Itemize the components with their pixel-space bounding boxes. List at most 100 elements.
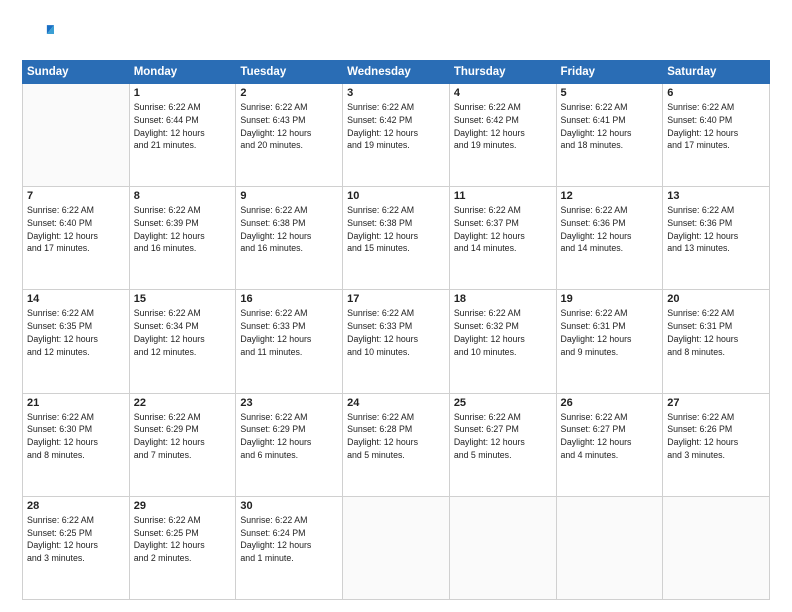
logo	[22, 18, 58, 50]
day-number: 29	[134, 500, 232, 512]
day-info: Sunrise: 6:22 AM Sunset: 6:28 PM Dayligh…	[347, 411, 445, 462]
calendar-cell: 4 Sunrise: 6:22 AM Sunset: 6:42 PM Daylig…	[449, 84, 556, 187]
calendar-cell: 11 Sunrise: 6:22 AM Sunset: 6:37 PM Dayli…	[449, 187, 556, 290]
logo-icon	[22, 18, 54, 50]
day-info: Sunrise: 6:22 AM Sunset: 6:31 PM Dayligh…	[561, 307, 659, 358]
day-number: 14	[27, 293, 125, 305]
day-info: Sunrise: 6:22 AM Sunset: 6:44 PM Dayligh…	[134, 101, 232, 152]
calendar-week-4: 21 Sunrise: 6:22 AM Sunset: 6:30 PM Dayli…	[23, 393, 770, 496]
calendar-cell	[556, 496, 663, 599]
col-header-tuesday: Tuesday	[236, 61, 343, 84]
calendar-cell: 21 Sunrise: 6:22 AM Sunset: 6:30 PM Dayli…	[23, 393, 130, 496]
day-number: 21	[27, 397, 125, 409]
day-info: Sunrise: 6:22 AM Sunset: 6:35 PM Dayligh…	[27, 307, 125, 358]
day-number: 16	[240, 293, 338, 305]
day-info: Sunrise: 6:22 AM Sunset: 6:38 PM Dayligh…	[240, 204, 338, 255]
day-number: 20	[667, 293, 765, 305]
day-info: Sunrise: 6:22 AM Sunset: 6:27 PM Dayligh…	[561, 411, 659, 462]
day-info: Sunrise: 6:22 AM Sunset: 6:39 PM Dayligh…	[134, 204, 232, 255]
page: SundayMondayTuesdayWednesdayThursdayFrid…	[0, 0, 792, 612]
day-info: Sunrise: 6:22 AM Sunset: 6:36 PM Dayligh…	[561, 204, 659, 255]
calendar-cell: 20 Sunrise: 6:22 AM Sunset: 6:31 PM Dayli…	[663, 290, 770, 393]
calendar-cell: 14 Sunrise: 6:22 AM Sunset: 6:35 PM Dayli…	[23, 290, 130, 393]
calendar-table: SundayMondayTuesdayWednesdayThursdayFrid…	[22, 60, 770, 600]
day-number: 9	[240, 190, 338, 202]
calendar-cell: 25Sunrise: 6:22 AM Sunset: 6:27 PM Dayli…	[449, 393, 556, 496]
calendar-cell: 2 Sunrise: 6:22 AM Sunset: 6:43 PM Daylig…	[236, 84, 343, 187]
day-info: Sunrise: 6:22 AM Sunset: 6:24 PM Dayligh…	[240, 514, 338, 565]
day-number: 12	[561, 190, 659, 202]
calendar-cell: 3 Sunrise: 6:22 AM Sunset: 6:42 PM Daylig…	[343, 84, 450, 187]
calendar-cell: 15Sunrise: 6:22 AM Sunset: 6:34 PM Dayli…	[129, 290, 236, 393]
col-header-wednesday: Wednesday	[343, 61, 450, 84]
day-number: 1	[134, 87, 232, 99]
day-number: 30	[240, 500, 338, 512]
day-number: 27	[667, 397, 765, 409]
day-info: Sunrise: 6:22 AM Sunset: 6:37 PM Dayligh…	[454, 204, 552, 255]
calendar-cell: 28 Sunrise: 6:22 AM Sunset: 6:25 PM Dayli…	[23, 496, 130, 599]
calendar-cell	[663, 496, 770, 599]
day-info: Sunrise: 6:22 AM Sunset: 6:41 PM Dayligh…	[561, 101, 659, 152]
day-info: Sunrise: 6:22 AM Sunset: 6:38 PM Dayligh…	[347, 204, 445, 255]
calendar-cell: 8Sunrise: 6:22 AM Sunset: 6:39 PM Daylig…	[129, 187, 236, 290]
day-number: 19	[561, 293, 659, 305]
day-number: 26	[561, 397, 659, 409]
day-info: Sunrise: 6:22 AM Sunset: 6:29 PM Dayligh…	[134, 411, 232, 462]
calendar-week-2: 7Sunrise: 6:22 AM Sunset: 6:40 PM Daylig…	[23, 187, 770, 290]
calendar-cell: 22 Sunrise: 6:22 AM Sunset: 6:29 PM Dayli…	[129, 393, 236, 496]
day-number: 11	[454, 190, 552, 202]
day-number: 4	[454, 87, 552, 99]
calendar-cell: 10 Sunrise: 6:22 AM Sunset: 6:38 PM Dayli…	[343, 187, 450, 290]
calendar-cell: 26 Sunrise: 6:22 AM Sunset: 6:27 PM Dayli…	[556, 393, 663, 496]
day-info: Sunrise: 6:22 AM Sunset: 6:42 PM Dayligh…	[454, 101, 552, 152]
calendar-cell: 5 Sunrise: 6:22 AM Sunset: 6:41 PM Daylig…	[556, 84, 663, 187]
col-header-sunday: Sunday	[23, 61, 130, 84]
col-header-friday: Friday	[556, 61, 663, 84]
day-info: Sunrise: 6:22 AM Sunset: 6:29 PM Dayligh…	[240, 411, 338, 462]
day-info: Sunrise: 6:22 AM Sunset: 6:40 PM Dayligh…	[27, 204, 125, 255]
calendar-cell: 12 Sunrise: 6:22 AM Sunset: 6:36 PM Dayli…	[556, 187, 663, 290]
calendar-week-3: 14 Sunrise: 6:22 AM Sunset: 6:35 PM Dayli…	[23, 290, 770, 393]
day-number: 23	[240, 397, 338, 409]
calendar-cell: 29Sunrise: 6:22 AM Sunset: 6:25 PM Dayli…	[129, 496, 236, 599]
calendar-cell	[23, 84, 130, 187]
day-number: 6	[667, 87, 765, 99]
calendar-week-1: 1 Sunrise: 6:22 AM Sunset: 6:44 PM Daylig…	[23, 84, 770, 187]
day-info: Sunrise: 6:22 AM Sunset: 6:25 PM Dayligh…	[27, 514, 125, 565]
day-info: Sunrise: 6:22 AM Sunset: 6:30 PM Dayligh…	[27, 411, 125, 462]
day-info: Sunrise: 6:22 AM Sunset: 6:42 PM Dayligh…	[347, 101, 445, 152]
day-number: 13	[667, 190, 765, 202]
day-info: Sunrise: 6:22 AM Sunset: 6:36 PM Dayligh…	[667, 204, 765, 255]
day-info: Sunrise: 6:22 AM Sunset: 6:40 PM Dayligh…	[667, 101, 765, 152]
day-number: 10	[347, 190, 445, 202]
calendar-cell: 19 Sunrise: 6:22 AM Sunset: 6:31 PM Dayli…	[556, 290, 663, 393]
day-info: Sunrise: 6:22 AM Sunset: 6:31 PM Dayligh…	[667, 307, 765, 358]
calendar-week-5: 28 Sunrise: 6:22 AM Sunset: 6:25 PM Dayli…	[23, 496, 770, 599]
col-header-monday: Monday	[129, 61, 236, 84]
calendar-cell: 7Sunrise: 6:22 AM Sunset: 6:40 PM Daylig…	[23, 187, 130, 290]
day-number: 28	[27, 500, 125, 512]
day-number: 24	[347, 397, 445, 409]
calendar-cell: 24 Sunrise: 6:22 AM Sunset: 6:28 PM Dayli…	[343, 393, 450, 496]
day-info: Sunrise: 6:22 AM Sunset: 6:33 PM Dayligh…	[347, 307, 445, 358]
calendar-cell	[449, 496, 556, 599]
col-header-thursday: Thursday	[449, 61, 556, 84]
calendar-cell: 17Sunrise: 6:22 AM Sunset: 6:33 PM Dayli…	[343, 290, 450, 393]
day-number: 22	[134, 397, 232, 409]
header	[22, 18, 770, 50]
day-number: 15	[134, 293, 232, 305]
day-info: Sunrise: 6:22 AM Sunset: 6:27 PM Dayligh…	[454, 411, 552, 462]
day-number: 5	[561, 87, 659, 99]
day-info: Sunrise: 6:22 AM Sunset: 6:43 PM Dayligh…	[240, 101, 338, 152]
calendar-cell: 13 Sunrise: 6:22 AM Sunset: 6:36 PM Dayli…	[663, 187, 770, 290]
calendar-cell	[343, 496, 450, 599]
calendar-cell: 1 Sunrise: 6:22 AM Sunset: 6:44 PM Daylig…	[129, 84, 236, 187]
day-number: 3	[347, 87, 445, 99]
day-number: 2	[240, 87, 338, 99]
calendar-cell: 23 Sunrise: 6:22 AM Sunset: 6:29 PM Dayli…	[236, 393, 343, 496]
col-header-saturday: Saturday	[663, 61, 770, 84]
calendar-cell: 27Sunrise: 6:22 AM Sunset: 6:26 PM Dayli…	[663, 393, 770, 496]
day-number: 18	[454, 293, 552, 305]
calendar-cell: 16 Sunrise: 6:22 AM Sunset: 6:33 PM Dayli…	[236, 290, 343, 393]
day-info: Sunrise: 6:22 AM Sunset: 6:33 PM Dayligh…	[240, 307, 338, 358]
